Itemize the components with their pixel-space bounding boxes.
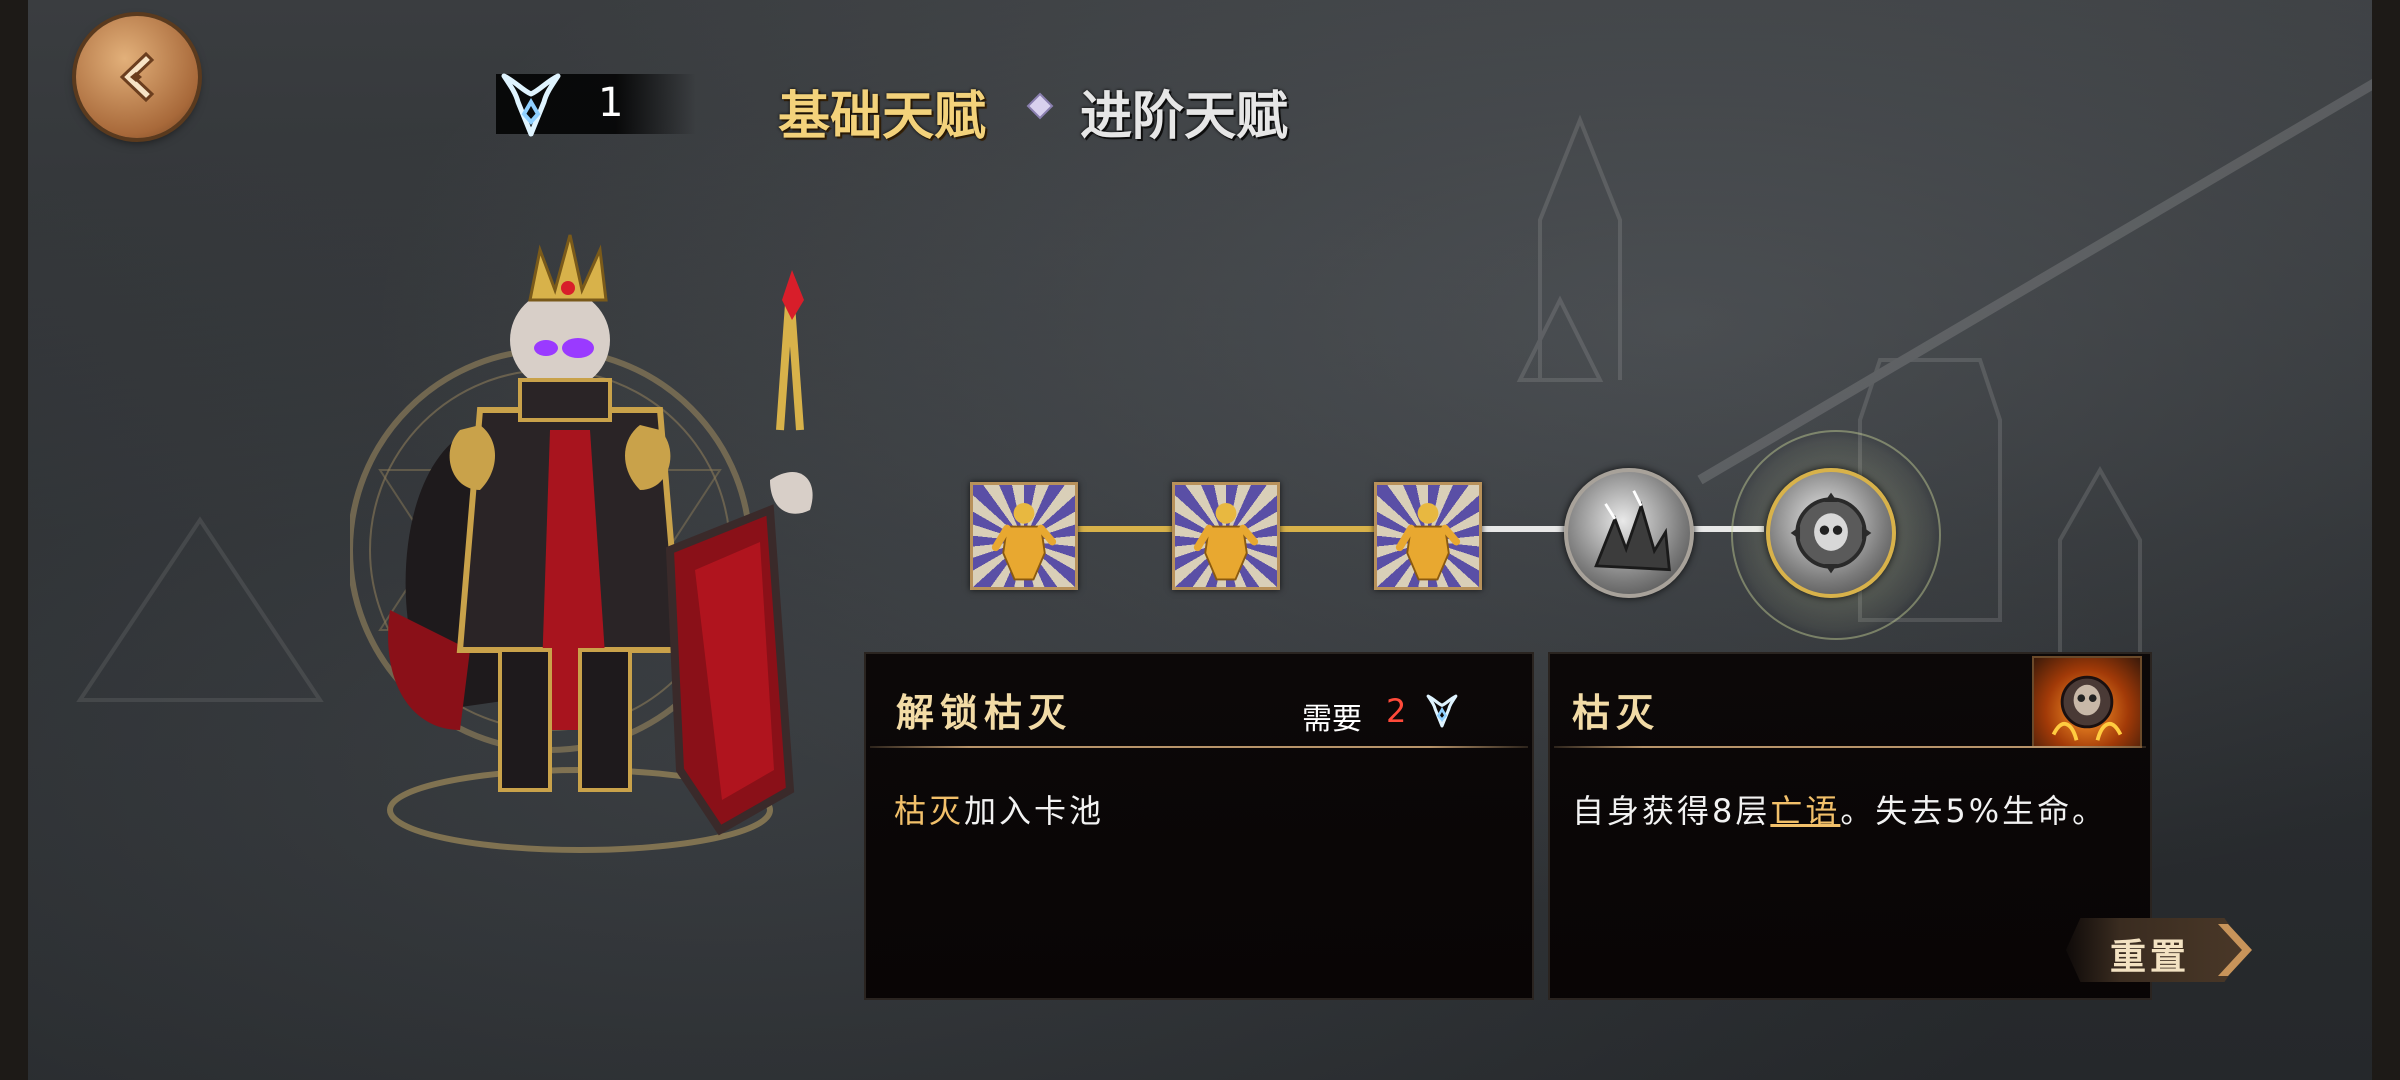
skill-thumbnail — [2032, 656, 2142, 748]
unlock-desc-text: 加入卡池 — [964, 792, 1105, 830]
unlock-panel-desc: 枯灭加入卡池 — [894, 786, 1104, 832]
skill-desc-after: 。失去5%生命。 — [1840, 792, 2108, 830]
unlock-panel: 解锁枯灭 需要 2 枯灭加入卡池 — [864, 652, 1534, 1000]
talent-link-3 — [1482, 526, 1566, 532]
back-arrow-icon — [119, 51, 155, 103]
diamond-separator-icon — [1026, 92, 1054, 120]
skull-sawblade-icon — [1790, 492, 1872, 574]
talent-node-1[interactable] — [970, 482, 1078, 590]
panel-divider — [870, 746, 1528, 748]
chevron-right-icon — [2218, 924, 2252, 976]
skill-panel-desc: 自身获得8层亡语。失去5%生命。 — [1572, 786, 2107, 832]
skill-panel: 枯灭 自身获得8层亡语。失去5%生命。 — [1548, 652, 2152, 1000]
flaming-skull-icon — [2051, 675, 2123, 741]
skill-desc-before: 自身获得8层 — [1572, 792, 1771, 830]
talent-rune-icon — [501, 73, 561, 137]
keyword-link[interactable]: 亡语 — [1770, 792, 1840, 830]
skill-panel-title: 枯灭 — [1572, 691, 1661, 735]
golden-figure-icon — [991, 502, 1057, 581]
unlock-desc-highlight: 枯灭 — [894, 792, 965, 830]
tab-advanced-talent[interactable]: 进阶天赋 — [1080, 74, 1288, 149]
require-count: 2 — [1386, 692, 1407, 730]
talent-node-5[interactable] — [1766, 468, 1896, 598]
golden-figure-icon — [1193, 502, 1259, 581]
back-button[interactable] — [76, 16, 198, 138]
talent-link-1 — [1078, 526, 1174, 532]
talent-link-2 — [1280, 526, 1376, 532]
tab-basic-talent[interactable]: 基础天赋 — [778, 74, 986, 149]
right-frame-edge — [2372, 0, 2400, 1080]
reset-button-label[interactable]: 重置 — [2110, 928, 2190, 980]
unlock-panel-title: 解锁枯灭 — [896, 691, 1073, 735]
hero-character — [350, 234, 813, 853]
talent-node-2[interactable] — [1172, 482, 1280, 590]
golden-figure-icon — [1395, 502, 1461, 581]
crystal-shard-icon — [1594, 490, 1671, 572]
left-frame-edge — [0, 0, 28, 1080]
panel-divider — [1554, 746, 2146, 748]
talent-points-value: 1 — [598, 80, 624, 126]
talent-rune-icon — [1426, 694, 1458, 728]
talent-node-4[interactable] — [1564, 468, 1694, 598]
talent-node-3[interactable] — [1374, 482, 1482, 590]
require-label: 需要 — [1302, 702, 1362, 737]
